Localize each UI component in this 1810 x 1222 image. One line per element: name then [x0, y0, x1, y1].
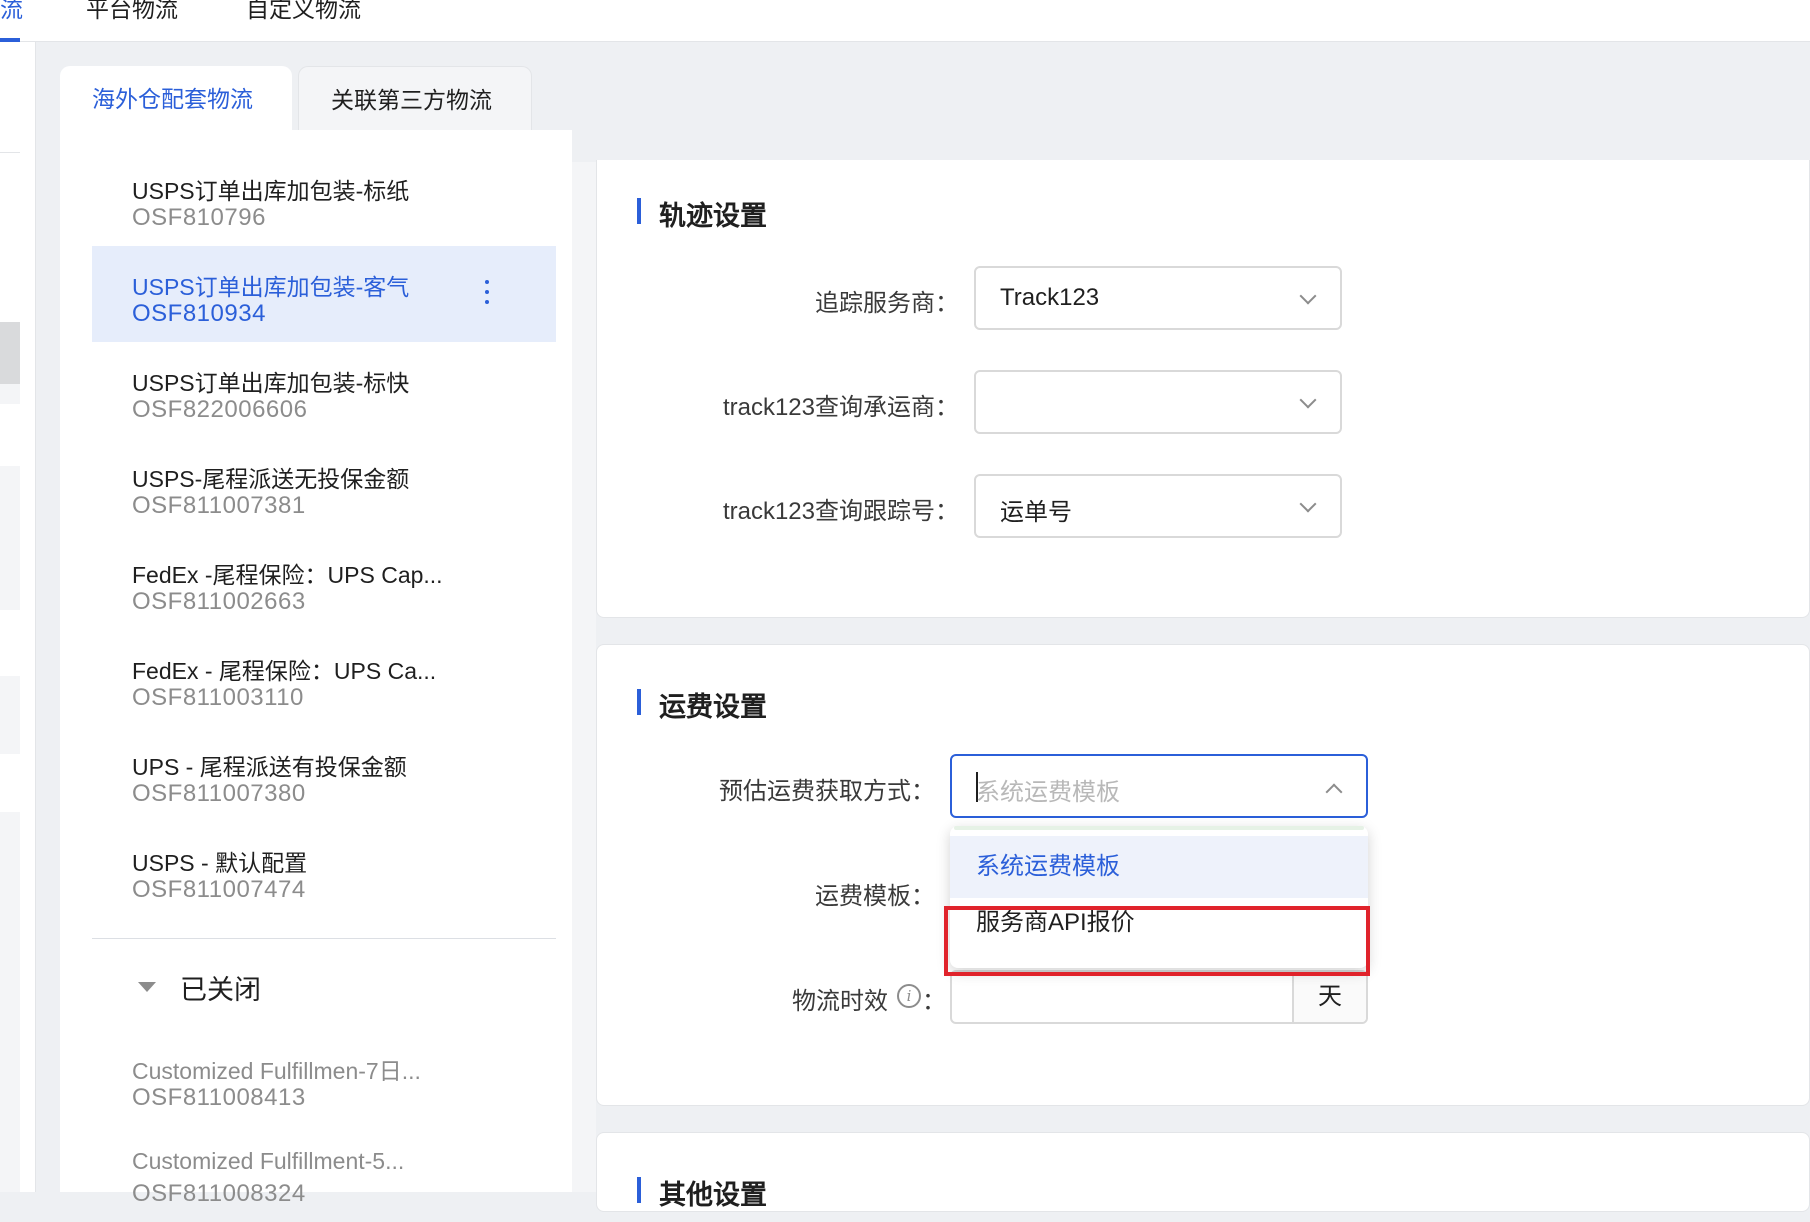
list-item-code: OSF811007381	[132, 492, 306, 519]
dropdown-option-system-template[interactable]: 系统运费模板	[950, 836, 1368, 898]
left-sidebar-strip	[0, 42, 36, 1192]
list-item[interactable]: UPS - 尾程派送有投保金额 OSF811007380	[92, 726, 556, 822]
section-accent-bar	[637, 198, 641, 224]
list-item-code: OSF811008324	[132, 1180, 306, 1207]
panel-gutter	[572, 162, 596, 1192]
list-item-name: USPS订单出库加包装-客气	[132, 274, 410, 300]
logistics-list-panel: USPS订单出库加包装-标纸 OSF810796 USPS订单出库加包装-客气 …	[60, 130, 572, 1207]
sidebar-block	[0, 466, 20, 610]
top-tab-platform-logistics[interactable]: 平台物流	[86, 0, 178, 24]
list-item-name: Customized Fulfillmen-7日...	[132, 1058, 421, 1084]
track123-carrier-select[interactable]	[974, 370, 1342, 434]
list-divider	[92, 938, 556, 939]
chevron-down-icon	[1299, 287, 1317, 305]
list-item[interactable]: FedEx - 尾程保险：UPS Ca... OSF811003110	[92, 630, 556, 726]
freight-section-title: 运费设置	[637, 685, 767, 724]
top-tab-custom-logistics[interactable]: 自定义物流	[246, 0, 361, 24]
select-value: Track123	[1000, 284, 1100, 311]
highlight-annotation-box	[944, 906, 1370, 976]
chevron-down-icon	[1299, 495, 1317, 513]
list-item[interactable]: FedEx -尾程保险：UPS Cap... OSF811002663	[92, 534, 556, 630]
list-item[interactable]: USPS - 默认配置 OSF811007474	[92, 822, 556, 918]
select-value: 运单号	[1000, 499, 1072, 526]
list-item-code: OSF811007380	[132, 780, 306, 807]
collapse-caret-icon[interactable]	[138, 982, 156, 992]
sidebar-block	[0, 676, 20, 754]
section-accent-bar	[637, 1177, 641, 1203]
list-item-code: OSF811002663	[132, 588, 306, 615]
list-item-name: FedEx - 尾程保险：UPS Ca...	[132, 658, 437, 684]
sidebar-selected-item[interactable]	[0, 322, 20, 384]
list-item[interactable]: USPS订单出库加包装-标纸 OSF810796	[92, 150, 556, 246]
section-accent-bar	[637, 689, 641, 715]
list-item-name: USPS订单出库加包装-标纸	[132, 178, 410, 204]
track123-number-label: track123查询跟踪号：	[722, 498, 959, 525]
list-item-name: FedEx -尾程保险：UPS Cap...	[132, 562, 443, 588]
dropdown-top-edge	[954, 826, 1364, 830]
other-section-title: 其他设置	[637, 1173, 767, 1212]
days-unit-addon: 天	[1292, 972, 1366, 1022]
freight-template-label: 运费模板：	[815, 883, 935, 910]
track123-carrier-label: track123查询承运商：	[722, 394, 959, 421]
tab-overseas-warehouse-logistics[interactable]: 海外仓配套物流	[60, 66, 292, 130]
list-item-name: USPS订单出库加包装-标快	[132, 370, 410, 396]
section-title-text: 运费设置	[659, 692, 767, 722]
sidebar-block	[0, 384, 20, 404]
timeliness-label: 物流时效	[792, 988, 888, 1015]
other-settings-card: 其他设置	[596, 1132, 1810, 1212]
list-item-code: OSF811003110	[132, 684, 304, 711]
select-placeholder: 系统运费模板	[976, 779, 1120, 806]
list-item-name: UPS - 尾程派送有投保金额	[132, 754, 407, 780]
freight-method-label: 预估运费获取方式：	[719, 778, 935, 805]
section-title-text: 轨迹设置	[659, 201, 767, 231]
top-nav: 流 平台物流 自定义物流	[0, 0, 1810, 42]
list-item[interactable]: USPS订单出库加包装-标快 OSF822006606	[92, 342, 556, 438]
track123-number-select[interactable]: 运单号	[974, 474, 1342, 538]
list-item-name: USPS - 默认配置	[132, 850, 308, 876]
closed-list-item[interactable]: Customized Fulfillmen-7日... OSF811008413	[92, 1030, 556, 1126]
top-tab-active[interactable]: 流	[0, 0, 23, 24]
list-item-code: OSF810796	[132, 204, 266, 231]
divider	[0, 152, 20, 153]
list-item-selected[interactable]: USPS订单出库加包装-客气 OSF810934	[92, 246, 556, 342]
more-options-icon[interactable]	[482, 280, 492, 308]
list-item-name: USPS-尾程派送无投保金额	[132, 466, 410, 492]
list-item-code: OSF811007474	[132, 876, 306, 903]
list-item-code: OSF811008413	[132, 1084, 306, 1111]
tracking-provider-label: 追踪服务商：	[815, 290, 959, 317]
chevron-up-icon	[1325, 783, 1343, 801]
list-item[interactable]: USPS-尾程派送无投保金额 OSF811007381	[92, 438, 556, 534]
sidebar-block	[0, 812, 20, 1192]
chevron-down-icon	[1299, 391, 1317, 409]
info-icon[interactable]: i	[897, 984, 921, 1008]
list-item-code: OSF810934	[132, 300, 266, 327]
tracking-section-title: 轨迹设置	[637, 194, 767, 233]
section-title-text: 其他设置	[659, 1180, 767, 1210]
tracking-provider-select[interactable]: Track123	[974, 266, 1342, 330]
list-item-code: OSF822006606	[132, 396, 308, 423]
timeliness-input[interactable]: 天	[950, 970, 1368, 1024]
timeliness-colon: ：	[922, 988, 946, 1015]
closed-list-item[interactable]: Customized Fulfillment-5... OSF811008324	[92, 1126, 556, 1222]
freight-method-select[interactable]: 系统运费模板	[950, 754, 1368, 818]
tab-third-party-logistics[interactable]: 关联第三方物流	[298, 66, 532, 130]
closed-section-title[interactable]: 已关闭	[180, 968, 261, 1007]
list-item-name: Customized Fulfillment-5...	[132, 1148, 405, 1174]
